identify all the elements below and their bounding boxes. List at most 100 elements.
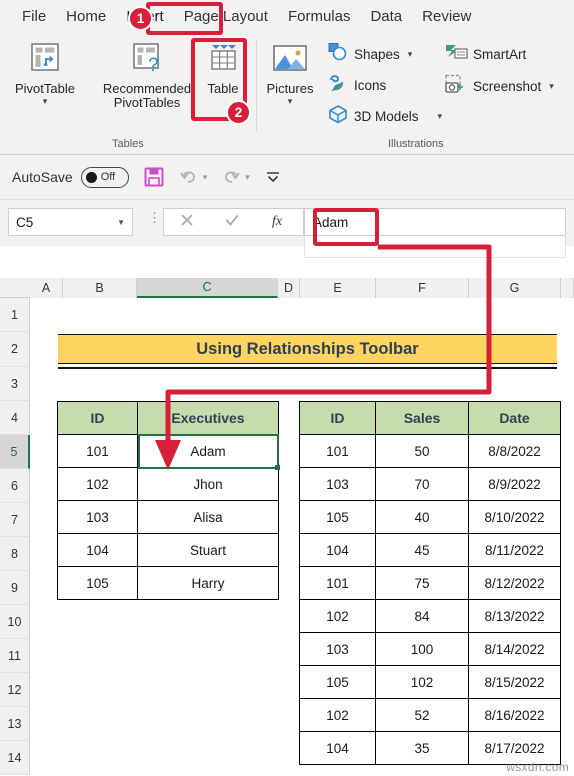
table-cell[interactable]: 102 bbox=[299, 698, 376, 732]
table-cell[interactable]: 105 bbox=[299, 500, 376, 534]
row-header-6[interactable]: 6 bbox=[0, 469, 30, 503]
table-cell[interactable]: 8/10/2022 bbox=[468, 500, 561, 534]
screenshot-icon bbox=[444, 74, 468, 99]
recommended-pivottables-button[interactable]: ? Recommended PivotTables bbox=[92, 39, 202, 110]
column-header-d[interactable]: D bbox=[278, 278, 300, 298]
save-icon[interactable] bbox=[143, 166, 165, 188]
row-header-7[interactable]: 7 bbox=[0, 503, 30, 537]
table-cell[interactable]: 102 bbox=[57, 467, 138, 501]
table-cell[interactable]: 40 bbox=[375, 500, 469, 534]
table-cell[interactable]: 8/12/2022 bbox=[468, 566, 561, 600]
row-header-2[interactable]: 2 bbox=[0, 332, 30, 367]
table-cell[interactable]: 103 bbox=[299, 632, 376, 666]
row-header-13[interactable]: 13 bbox=[0, 707, 30, 741]
table-cell[interactable]: Harry bbox=[137, 566, 279, 600]
table-cell[interactable]: 104 bbox=[299, 533, 376, 567]
column-header-b[interactable]: B bbox=[63, 278, 137, 298]
icons-button[interactable]: Icons bbox=[327, 73, 386, 98]
table-cell[interactable]: 50 bbox=[375, 434, 469, 468]
table-cell[interactable]: Alisa bbox=[137, 500, 279, 534]
row-header-12[interactable]: 12 bbox=[0, 673, 30, 707]
row-header-4[interactable]: 4 bbox=[0, 401, 30, 435]
column-header-h[interactable] bbox=[561, 278, 574, 298]
table-cell[interactable]: Jhon bbox=[137, 467, 279, 501]
undo-chevron-icon[interactable]: ▾ bbox=[203, 172, 208, 183]
column-header-e[interactable]: E bbox=[300, 278, 376, 298]
table-cell[interactable]: 52 bbox=[375, 698, 469, 732]
autosave-toggle[interactable]: Off bbox=[80, 166, 129, 188]
table-cell[interactable]: 105 bbox=[299, 665, 376, 699]
row-header-5[interactable]: 5 bbox=[0, 435, 30, 469]
insert-function-icon[interactable]: fx bbox=[270, 211, 288, 234]
table-cell[interactable]: 102 bbox=[299, 599, 376, 633]
table-cell[interactable]: 45 bbox=[375, 533, 469, 567]
redo-icon[interactable] bbox=[221, 167, 241, 187]
chevron-down-icon[interactable]: ▾ bbox=[438, 111, 443, 122]
table-cell[interactable]: 8/11/2022 bbox=[468, 533, 561, 567]
row-header-11[interactable]: 11 bbox=[0, 639, 30, 673]
table-cell[interactable]: Adam bbox=[137, 434, 279, 468]
table-cell[interactable]: Stuart bbox=[137, 533, 279, 567]
table-cell[interactable]: 84 bbox=[375, 599, 469, 633]
chevron-down-icon[interactable]: ▼ bbox=[117, 218, 125, 227]
table-cell[interactable]: 103 bbox=[299, 467, 376, 501]
column-header-f[interactable]: F bbox=[376, 278, 469, 298]
table-cell[interactable]: 101 bbox=[299, 434, 376, 468]
undo-icon[interactable] bbox=[179, 167, 199, 187]
table-cell[interactable]: 8/8/2022 bbox=[468, 434, 561, 468]
chevron-down-icon[interactable]: ▾ bbox=[43, 96, 48, 106]
table-cell[interactable]: 105 bbox=[57, 566, 138, 600]
icons-icon bbox=[327, 73, 349, 98]
tab-formulas[interactable]: Formulas bbox=[278, 0, 361, 33]
table-cell[interactable]: 103 bbox=[57, 500, 138, 534]
enter-icon[interactable] bbox=[224, 212, 240, 233]
3d-models-button[interactable]: 3D Models ▾ bbox=[327, 104, 442, 129]
chevron-down-icon[interactable]: ▾ bbox=[549, 81, 554, 92]
tab-review[interactable]: Review bbox=[412, 0, 481, 33]
tab-file[interactable]: File bbox=[12, 0, 56, 33]
table-cell[interactable]: 101 bbox=[299, 566, 376, 600]
redo-chevron-icon[interactable]: ▾ bbox=[245, 172, 250, 183]
cancel-icon[interactable] bbox=[179, 212, 195, 233]
chevron-down-icon[interactable]: ▾ bbox=[408, 49, 413, 60]
row-header-8[interactable]: 8 bbox=[0, 537, 30, 571]
tab-home[interactable]: Home bbox=[56, 0, 116, 33]
tab-data[interactable]: Data bbox=[360, 0, 412, 33]
column-header-g[interactable]: G bbox=[469, 278, 561, 298]
table-cell[interactable]: 101 bbox=[57, 434, 138, 468]
row-header-10[interactable]: 10 bbox=[0, 605, 30, 639]
smartart-button[interactable]: SmartArt bbox=[444, 42, 526, 67]
shapes-button[interactable]: Shapes ▾ bbox=[327, 42, 412, 67]
tab-page-layout[interactable]: Page Layout bbox=[174, 0, 278, 33]
table-cell[interactable]: 8/15/2022 bbox=[468, 665, 561, 699]
table-cell[interactable]: 8/14/2022 bbox=[468, 632, 561, 666]
table-cell[interactable]: 8/16/2022 bbox=[468, 698, 561, 732]
table-cell[interactable]: 75 bbox=[375, 566, 469, 600]
fill-handle[interactable] bbox=[275, 465, 280, 470]
table-cell[interactable]: 8/9/2022 bbox=[468, 467, 561, 501]
customize-toolbar-icon[interactable] bbox=[264, 168, 282, 186]
table-cell[interactable]: 102 bbox=[375, 665, 469, 699]
table-cell[interactable]: 35 bbox=[375, 731, 469, 765]
chevron-down-icon[interactable]: ▾ bbox=[288, 96, 293, 106]
pivottable-button[interactable]: PivotTable ▾ bbox=[2, 39, 88, 106]
name-box[interactable]: C5 ▼ bbox=[8, 208, 133, 236]
column-header-c[interactable]: C bbox=[137, 278, 278, 298]
table-cell[interactable]: 70 bbox=[375, 467, 469, 501]
formula-input[interactable]: Adam bbox=[304, 208, 566, 236]
screenshot-button[interactable]: Screenshot ▾ bbox=[444, 74, 554, 99]
table-cell[interactable]: 104 bbox=[299, 731, 376, 765]
row-header-3[interactable]: 3 bbox=[0, 367, 30, 401]
pictures-button[interactable]: Pictures ▾ bbox=[258, 43, 322, 106]
table-button[interactable]: Table bbox=[196, 39, 250, 96]
table-cell[interactable]: 104 bbox=[57, 533, 138, 567]
table-cell[interactable]: 8/13/2022 bbox=[468, 599, 561, 633]
column-header-a[interactable]: A bbox=[30, 278, 63, 298]
row-header-14[interactable]: 14 bbox=[0, 741, 30, 775]
svg-text:?: ? bbox=[148, 55, 159, 76]
ribbon-content: PivotTable ▾ ? Recommended PivotTables T… bbox=[0, 33, 574, 138]
table-cell[interactable]: 100 bbox=[375, 632, 469, 666]
row-header-1[interactable]: 1 bbox=[0, 298, 30, 332]
row-header-9[interactable]: 9 bbox=[0, 571, 30, 605]
formula-bar-grip[interactable]: ⋮ bbox=[148, 211, 161, 224]
